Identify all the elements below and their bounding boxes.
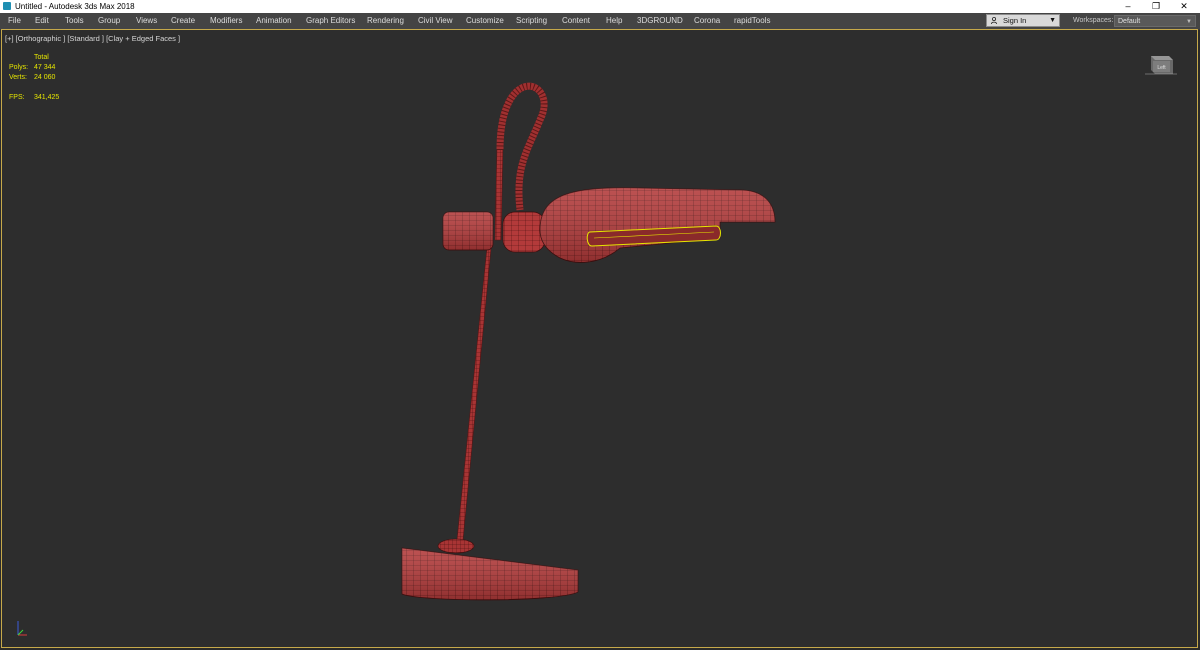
lamp-model[interactable] <box>0 0 1200 650</box>
lamp-hook <box>494 144 504 241</box>
lamp-arm <box>456 237 493 541</box>
